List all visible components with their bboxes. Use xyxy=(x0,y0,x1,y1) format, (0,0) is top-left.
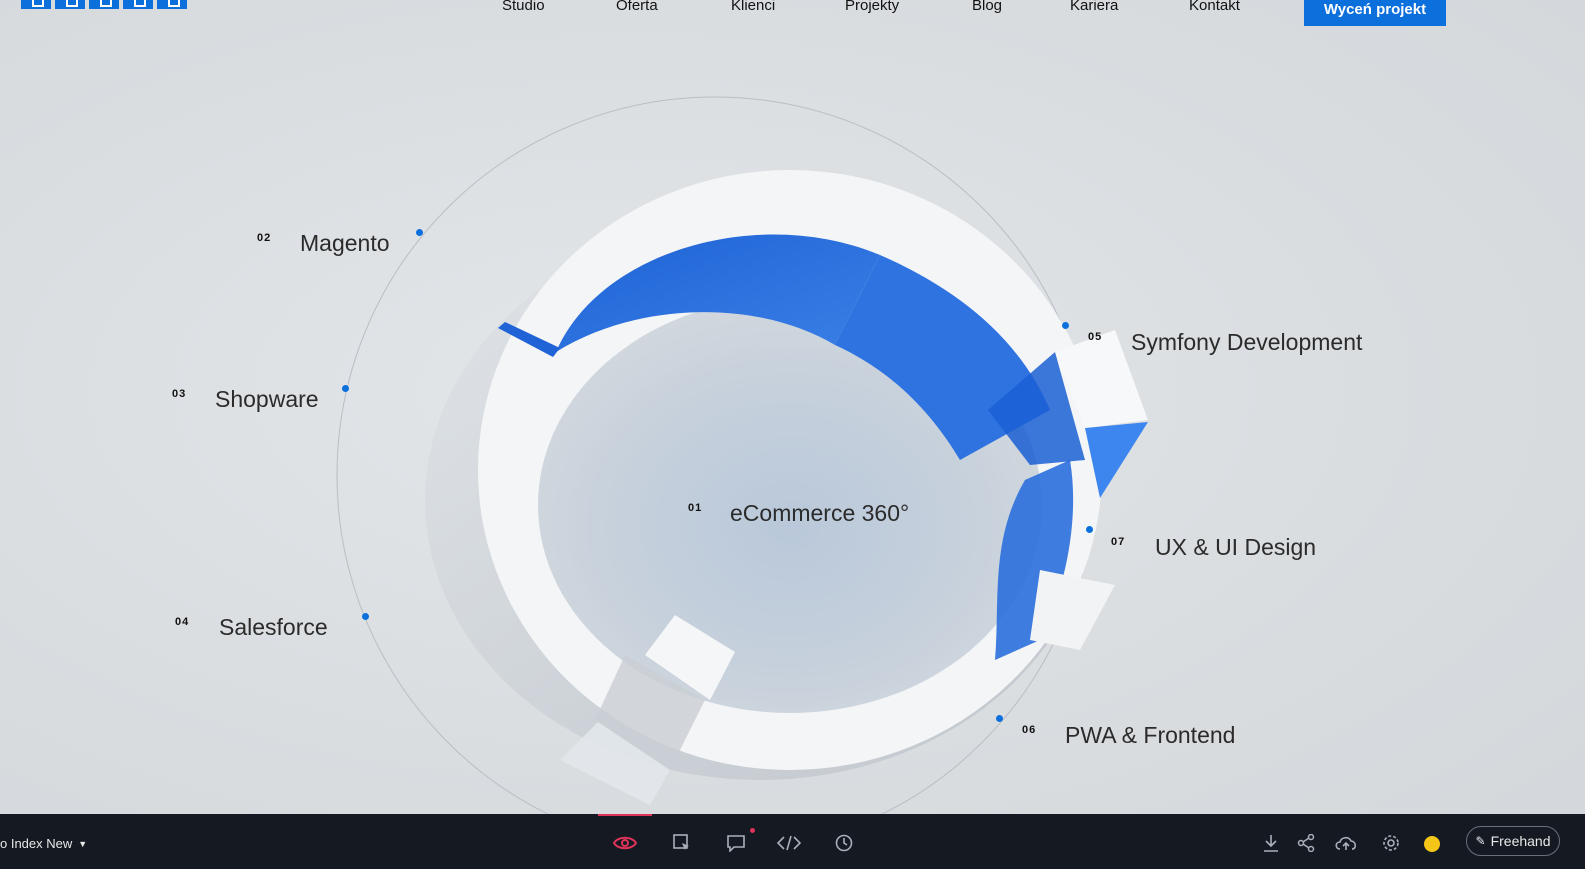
bottom-toolbar: o Index New ▼ xyxy=(0,814,1585,869)
comment-icon[interactable] xyxy=(724,831,748,855)
service-ecommerce-360[interactable]: eCommerce 360° xyxy=(730,500,909,527)
notification-dot xyxy=(750,828,755,833)
orbit-dot xyxy=(1086,526,1093,533)
service-number: 05 xyxy=(1088,331,1103,343)
code-icon[interactable] xyxy=(777,831,801,855)
freehand-label: Freehand xyxy=(1490,833,1551,849)
service-magento[interactable]: Magento xyxy=(300,230,390,257)
service-number: 01 xyxy=(688,502,703,514)
caret-down-icon: ▼ xyxy=(78,838,88,849)
cloud-upload-icon[interactable] xyxy=(1334,831,1358,855)
download-icon[interactable] xyxy=(1259,831,1283,855)
pen-icon: ✎ xyxy=(1475,834,1486,848)
orbit-dot xyxy=(342,385,349,392)
orbit-dot xyxy=(1062,322,1069,329)
status-indicator[interactable] xyxy=(1424,836,1440,852)
project-name: o Index New xyxy=(0,836,73,851)
service-number: 02 xyxy=(257,232,272,244)
preview-eye-icon[interactable] xyxy=(613,831,637,855)
share-icon[interactable] xyxy=(1294,831,1318,855)
service-number: 03 xyxy=(172,388,187,400)
orbit-dot xyxy=(996,715,1003,722)
service-ux-ui-design[interactable]: UX & UI Design xyxy=(1155,534,1316,561)
orbit-dot xyxy=(362,613,369,620)
settings-gear-icon[interactable] xyxy=(1379,831,1403,855)
project-selector[interactable]: o Index New ▼ xyxy=(0,836,87,851)
service-pwa-frontend[interactable]: PWA & Frontend xyxy=(1065,722,1235,749)
active-mode-indicator xyxy=(598,814,652,816)
service-salesforce[interactable]: Salesforce xyxy=(219,614,328,641)
service-number: 07 xyxy=(1111,536,1126,548)
inspect-cursor-icon[interactable] xyxy=(670,831,694,855)
service-symfony-development[interactable]: Symfony Development xyxy=(1131,329,1362,356)
service-number: 04 xyxy=(175,616,190,628)
service-number: 06 xyxy=(1022,724,1037,736)
service-shopware[interactable]: Shopware xyxy=(215,386,319,413)
freehand-button[interactable]: ✎ Freehand xyxy=(1466,826,1560,856)
history-clock-icon[interactable] xyxy=(832,831,856,855)
orbit-dot xyxy=(416,229,423,236)
